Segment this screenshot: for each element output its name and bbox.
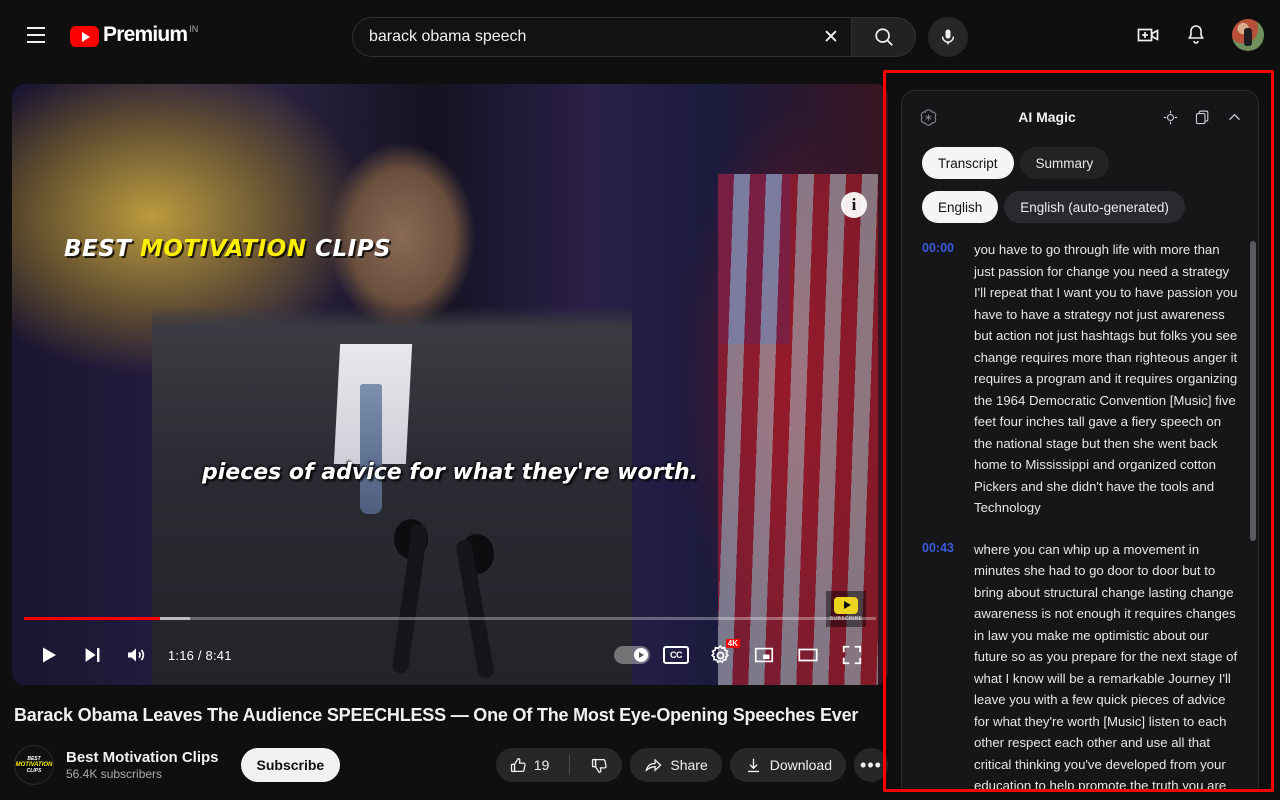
- brand-word-3: CLIPS: [315, 236, 392, 262]
- ai-panel-header: AI Magic: [902, 91, 1258, 143]
- masthead: Premium IN barack obama speech ✕: [0, 0, 1280, 70]
- transcript-entry[interactable]: 00:43 where you can whip up a movement i…: [922, 539, 1254, 790]
- next-video-button[interactable]: [70, 633, 114, 677]
- search-input[interactable]: barack obama speech ✕: [352, 17, 852, 57]
- create-video-icon: [1137, 28, 1159, 42]
- theater-mode-button[interactable]: [786, 633, 830, 677]
- brand-word-1: BEST: [64, 236, 132, 262]
- captions-button[interactable]: CC: [654, 633, 698, 677]
- play-icon: [43, 647, 56, 663]
- share-button[interactable]: Share: [630, 748, 722, 782]
- target-icon[interactable]: [1160, 107, 1180, 127]
- youtube-premium-logo[interactable]: Premium IN: [70, 23, 198, 47]
- download-icon: [747, 758, 759, 772]
- more-actions-button[interactable]: •••: [854, 748, 888, 782]
- quality-badge: 4K: [725, 639, 740, 648]
- transcript-entry[interactable]: 00:00 you have to go through life with m…: [922, 239, 1254, 519]
- theater-mode-icon: [798, 648, 818, 662]
- fullscreen-icon: [842, 645, 862, 665]
- subscribe-button[interactable]: Subscribe: [240, 748, 341, 782]
- search-input-value: barack obama speech: [369, 28, 527, 45]
- settings-button[interactable]: 4K: [698, 633, 742, 677]
- search-button[interactable]: [852, 17, 916, 57]
- miniplayer-button[interactable]: [742, 633, 786, 677]
- avatar[interactable]: [1232, 19, 1264, 51]
- progress-bar[interactable]: [24, 617, 876, 620]
- transcript-scrollbar[interactable]: [1250, 241, 1256, 541]
- bell-icon: [1188, 25, 1204, 44]
- channel-subscribers: 56.4K subscribers: [66, 767, 163, 781]
- fullscreen-button[interactable]: [830, 633, 874, 677]
- progress-played: [24, 617, 161, 620]
- share-icon: [645, 758, 662, 772]
- like-button[interactable]: 19: [496, 748, 563, 782]
- brand-word-2: MOTIVATION: [140, 236, 307, 262]
- tab-summary[interactable]: Summary: [1019, 147, 1110, 179]
- ai-panel-title: AI Magic: [1018, 109, 1076, 125]
- ai-magic-panel: AI Magic Transcript Summary English Engl…: [901, 90, 1259, 790]
- transcript-timestamp[interactable]: 00:00: [922, 239, 974, 519]
- info-icon[interactable]: i: [841, 192, 867, 218]
- video-brand-overlay: BEST MOTIVATION CLIPS: [64, 236, 391, 262]
- masthead-actions: [1128, 15, 1264, 55]
- microphone-icon: [941, 29, 955, 45]
- ai-panel-tabs: Transcript Summary: [902, 147, 1258, 179]
- logo-word: Premium: [103, 23, 188, 46]
- like-dislike-group: 19: [495, 748, 623, 782]
- channel-name[interactable]: Best Motivation Clips: [66, 749, 219, 766]
- next-video-icon: [85, 648, 100, 662]
- language-english[interactable]: English: [922, 191, 999, 223]
- youtube-play-icon: [70, 26, 99, 47]
- ai-panel-languages: English English (auto-generated): [902, 191, 1258, 223]
- transcript-text: where you can whip up a movement in minu…: [974, 541, 1238, 790]
- like-count: 19: [533, 757, 550, 773]
- speaker-tie: [360, 384, 382, 514]
- close-icon[interactable]: ✕: [811, 17, 851, 57]
- thumbs-up-icon: [510, 757, 526, 772]
- volume-button[interactable]: [114, 633, 158, 677]
- transcript-text: you have to go through life with more th…: [974, 242, 1238, 515]
- video-player[interactable]: BEST MOTIVATION CLIPS pieces of advice f…: [12, 84, 888, 685]
- share-label: Share: [670, 757, 708, 773]
- thumbs-down-icon: [592, 758, 608, 773]
- search-area: barack obama speech ✕: [352, 17, 968, 57]
- autoplay-toggle[interactable]: [610, 633, 654, 677]
- download-button[interactable]: Download: [729, 748, 846, 782]
- ai-panel-header-actions: [1160, 107, 1244, 127]
- video-caption: pieces of advice for what they're worth.: [202, 460, 698, 485]
- chevron-up-icon[interactable]: [1224, 107, 1244, 127]
- notifications-button[interactable]: [1176, 15, 1216, 55]
- language-english-auto[interactable]: English (auto-generated): [1004, 191, 1185, 223]
- watermark-play-icon: [834, 596, 858, 614]
- channel-avatar-line3: CLIPS: [26, 768, 42, 774]
- tab-transcript[interactable]: Transcript: [922, 147, 1014, 179]
- youtube-watch-page: Premium IN barack obama speech ✕ BEST MO…: [0, 0, 1280, 800]
- transcript-list[interactable]: 00:00 you have to go through life with m…: [902, 239, 1258, 789]
- time-display: 1:16 / 8:41: [168, 647, 232, 663]
- voice-search-button[interactable]: [928, 17, 968, 57]
- hamburger-menu-icon[interactable]: [16, 15, 56, 55]
- copy-icon[interactable]: [1192, 107, 1212, 127]
- transcript-timestamp[interactable]: 00:43: [922, 539, 974, 790]
- page-title: Barack Obama Leaves The Audience SPEECHL…: [14, 705, 859, 725]
- player-controls: 1:16 / 8:41 CC 4K: [12, 613, 888, 685]
- volume-icon: [128, 648, 145, 662]
- create-video-button[interactable]: [1128, 15, 1168, 55]
- channel-info: Best Motivation Clips 56.4K subscribers: [66, 749, 219, 781]
- logo-country-code: IN: [189, 24, 199, 34]
- autoplay-switch: [614, 646, 650, 664]
- miniplayer-icon: [754, 647, 774, 663]
- play-pause-button[interactable]: [26, 633, 70, 677]
- captions-icon: CC: [663, 646, 689, 664]
- video-actions: 19 Share Download •••: [495, 748, 888, 782]
- action-divider: [569, 755, 571, 775]
- video-meta-row: BEST MOTIVATION CLIPS Best Motivation Cl…: [14, 742, 888, 788]
- download-label: Download: [769, 757, 832, 773]
- search-icon: [874, 28, 893, 46]
- dislike-button[interactable]: [577, 748, 622, 782]
- channel-avatar[interactable]: BEST MOTIVATION CLIPS: [14, 745, 54, 785]
- control-row: 1:16 / 8:41 CC 4K: [12, 625, 888, 685]
